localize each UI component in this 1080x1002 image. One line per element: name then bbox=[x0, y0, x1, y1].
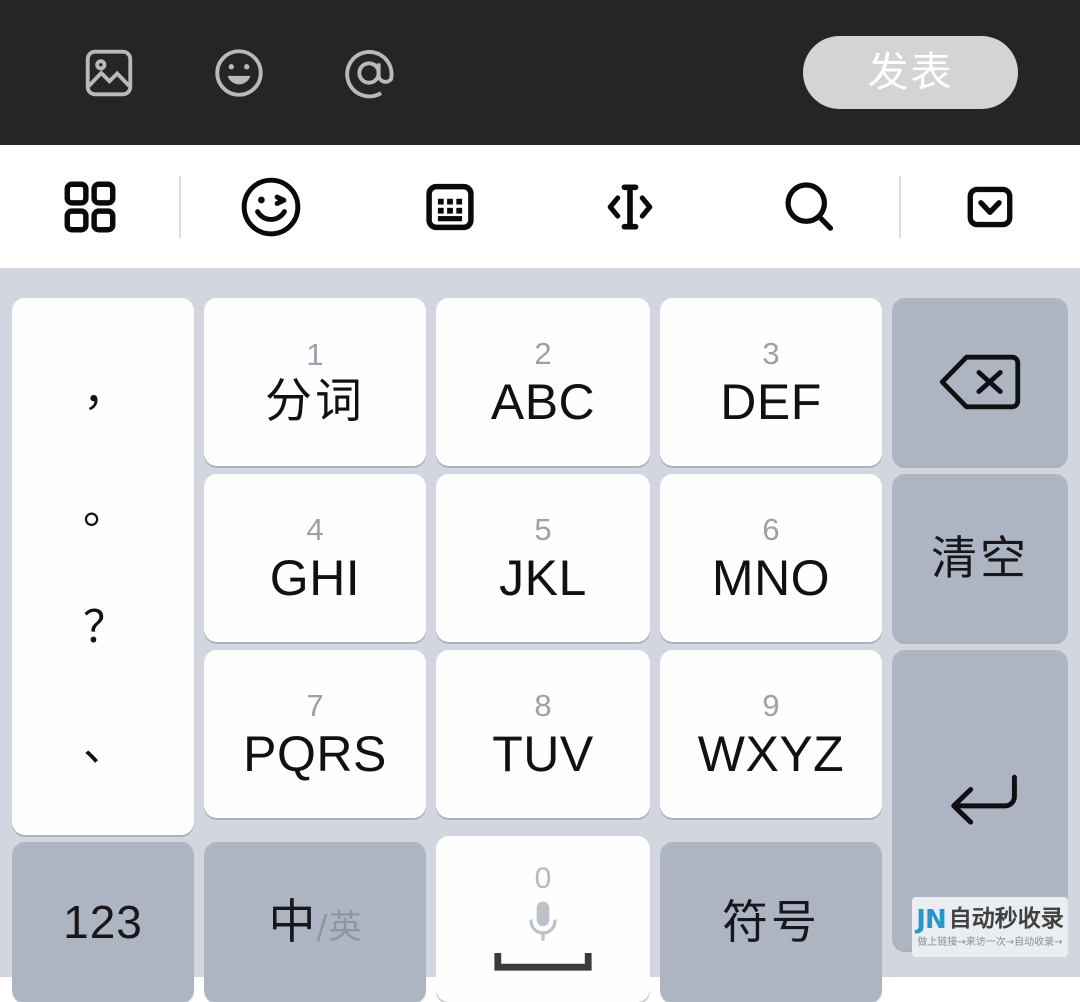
space-key[interactable]: 0 bbox=[436, 836, 650, 1002]
key-digit: 3 bbox=[762, 335, 780, 371]
keyboard-grid: ， 。 ？ 、 1 分词 2 ABC 3 DEF 4 GHI 5 JKL 6 M… bbox=[8, 284, 1072, 1002]
composer-toolbar: 发表 bbox=[0, 0, 1080, 145]
mention-icon[interactable] bbox=[338, 42, 400, 104]
numeric-mode-label: 123 bbox=[63, 896, 143, 948]
key-letters: JKL bbox=[499, 549, 587, 606]
key-digit: 9 bbox=[762, 687, 780, 723]
key-letters: ABC bbox=[490, 373, 596, 430]
backspace-icon bbox=[939, 354, 1021, 410]
apps-grid-icon[interactable] bbox=[0, 145, 179, 268]
key-1-fenci[interactable]: 1 分词 bbox=[204, 298, 426, 466]
key-digit: 8 bbox=[534, 687, 552, 723]
key-digit: 5 bbox=[534, 511, 552, 547]
punctuation-key[interactable]: ， 。 ？ 、 bbox=[12, 298, 194, 835]
lang-en-text: 英 bbox=[328, 906, 362, 946]
key-8-tuv[interactable]: 8 TUV bbox=[436, 650, 650, 818]
emoji-icon[interactable] bbox=[208, 42, 270, 104]
numeric-mode-key[interactable]: 123 bbox=[12, 842, 194, 1002]
publish-button[interactable]: 发表 bbox=[803, 36, 1018, 109]
spacebar-icon bbox=[494, 953, 592, 971]
enter-icon bbox=[951, 774, 1017, 825]
punct-question: ？ bbox=[83, 601, 127, 653]
punct-comma: ， bbox=[83, 365, 127, 417]
key-letters: WXYZ bbox=[697, 725, 845, 782]
key-9-wxyz[interactable]: 9 WXYZ bbox=[660, 650, 882, 818]
emoji-wink-icon[interactable] bbox=[181, 145, 360, 268]
key-digit: 4 bbox=[306, 511, 324, 547]
key-digit: 7 bbox=[306, 687, 324, 723]
watermark-logo-icon: JN bbox=[916, 904, 946, 935]
watermark-subtitle: 做上链接→来访一次→自动收录→ bbox=[917, 936, 1063, 948]
clear-key-label: 清空 bbox=[931, 531, 1029, 585]
key-digit: 6 bbox=[762, 511, 780, 547]
key-letters: PQRS bbox=[243, 725, 387, 782]
key-letters: GHI bbox=[269, 549, 361, 606]
key-letters: MNO bbox=[711, 549, 831, 606]
lang-cn-text: 中 bbox=[268, 894, 316, 950]
key-2-abc[interactable]: 2 ABC bbox=[436, 298, 650, 466]
watermark-main: JN 自动秒收录 bbox=[916, 907, 1063, 933]
key-digit: 1 bbox=[306, 337, 324, 372]
symbol-key-label: 符号 bbox=[722, 895, 820, 949]
image-icon[interactable] bbox=[78, 42, 140, 104]
composer-icon-group bbox=[78, 42, 400, 104]
hide-keyboard-icon[interactable] bbox=[901, 145, 1080, 268]
keyboard-panel: ， 。 ？ 、 1 分词 2 ABC 3 DEF 4 GHI 5 JKL 6 M… bbox=[0, 268, 1080, 1002]
keyboard-function-bar bbox=[0, 145, 1080, 268]
space-digit-label: 0 bbox=[534, 862, 552, 895]
clear-key[interactable]: 清空 bbox=[892, 474, 1068, 642]
lang-separator: / bbox=[316, 906, 328, 946]
key-digit: 2 bbox=[534, 335, 552, 371]
punct-dun: 、 bbox=[83, 719, 127, 771]
backspace-key[interactable] bbox=[892, 298, 1068, 466]
key-letters: TUV bbox=[492, 725, 594, 782]
keyboard-icon[interactable] bbox=[361, 145, 540, 268]
watermark-title: 自动秒收录 bbox=[948, 906, 1064, 932]
microphone-icon bbox=[529, 901, 557, 941]
search-icon[interactable] bbox=[719, 145, 898, 268]
key-5-jkl[interactable]: 5 JKL bbox=[436, 474, 650, 642]
key-letters: 分词 bbox=[265, 374, 365, 429]
key-3-def[interactable]: 3 DEF bbox=[660, 298, 882, 466]
symbol-key[interactable]: 符号 bbox=[660, 842, 882, 1002]
cursor-move-icon[interactable] bbox=[540, 145, 719, 268]
language-toggle-label: 中 / 英 bbox=[268, 899, 361, 946]
key-letters: DEF bbox=[720, 373, 822, 430]
key-7-pqrs[interactable]: 7 PQRS bbox=[204, 650, 426, 818]
watermark: JN 自动秒收录 做上链接→来访一次→自动收录→ bbox=[912, 897, 1068, 957]
key-4-ghi[interactable]: 4 GHI bbox=[204, 474, 426, 642]
key-6-mno[interactable]: 6 MNO bbox=[660, 474, 882, 642]
punct-period: 。 bbox=[83, 483, 127, 535]
language-toggle-key[interactable]: 中 / 英 bbox=[204, 842, 426, 1002]
